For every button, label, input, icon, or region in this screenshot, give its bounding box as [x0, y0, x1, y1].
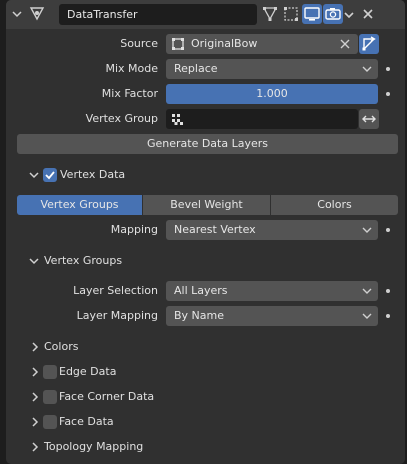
vertex-groups-subpanel-title[interactable]: Vertex Groups — [44, 251, 122, 271]
vertex-triangle-icon — [262, 7, 278, 21]
double-arrow-icon — [362, 115, 376, 123]
mix-factor-value: 1.000 — [256, 87, 288, 100]
topology-mapping-subpanel-title[interactable]: Topology Mapping — [44, 437, 143, 457]
chevron-right-icon[interactable] — [30, 342, 40, 352]
modifier-menu-chevron-icon[interactable] — [343, 9, 355, 21]
source-object-value: OriginalBow — [191, 37, 258, 50]
render-display-button[interactable] — [323, 4, 343, 24]
tab-bevel-weight[interactable]: Bevel Weight — [143, 195, 270, 215]
chevron-down-icon — [362, 227, 372, 233]
colors-subpanel-title[interactable]: Colors — [44, 337, 78, 357]
tab-vertex-groups[interactable]: Vertex Groups — [17, 195, 142, 215]
modifier-name-text: DataTransfer — [67, 8, 138, 21]
chevron-down-icon — [362, 313, 372, 319]
mix-mode-label: Mix Mode — [105, 62, 158, 75]
modifier-panel: DataTransfer Source OriginalBow Mix Mode… — [6, 0, 405, 464]
animate-property-dot[interactable] — [386, 92, 390, 96]
layer-selection-dropdown[interactable]: All Layers — [166, 281, 378, 301]
layer-selection-value: All Layers — [174, 284, 228, 297]
edit-mode-icon — [284, 7, 298, 21]
layer-selection-label: Layer Selection — [73, 284, 158, 297]
face-corner-data-label: Face Corner Data — [59, 390, 155, 403]
mix-factor-label: Mix Factor — [101, 87, 158, 100]
animate-property-dot[interactable] — [386, 67, 390, 71]
mapping-dropdown[interactable]: Nearest Vertex — [166, 220, 378, 240]
layer-mapping-dropdown[interactable]: By Name — [166, 306, 378, 326]
mesh-object-icon — [172, 38, 184, 50]
chevron-right-icon[interactable] — [30, 417, 40, 427]
clear-source-icon[interactable] — [340, 39, 350, 49]
chevron-right-icon[interactable] — [30, 442, 40, 452]
modifier-name-field[interactable]: DataTransfer — [59, 4, 257, 25]
vertex-data-expand-icon[interactable] — [29, 170, 39, 180]
chevron-right-icon[interactable] — [30, 392, 40, 402]
collapse-chevron-icon[interactable] — [12, 9, 22, 19]
face-data-checkbox[interactable] — [43, 415, 57, 429]
chevron-down-icon — [362, 288, 372, 294]
edit-mode-button[interactable] — [281, 4, 301, 24]
edit-mode-cage-button[interactable] — [260, 4, 280, 24]
checkmark-icon — [45, 171, 55, 180]
source-object-field[interactable]: OriginalBow — [166, 34, 358, 54]
vertex-data-checkbox[interactable] — [43, 168, 57, 182]
layer-mapping-label: Layer Mapping — [76, 309, 158, 322]
object-transform-toggle[interactable] — [359, 34, 379, 54]
mapping-label: Mapping — [110, 223, 158, 236]
face-corner-data-checkbox[interactable] — [43, 390, 57, 404]
source-label: Source — [120, 37, 158, 50]
mix-mode-dropdown[interactable]: Replace — [166, 59, 378, 79]
invert-vertex-group-toggle[interactable] — [359, 109, 379, 129]
chevron-down-icon — [362, 66, 372, 72]
mapping-value: Nearest Vertex — [174, 223, 256, 236]
animate-property-dot[interactable] — [386, 314, 390, 318]
data-transfer-modifier-icon — [29, 7, 45, 21]
animate-property-dot[interactable] — [386, 228, 390, 232]
mix-factor-slider[interactable]: 1.000 — [166, 84, 378, 104]
animate-property-dot[interactable] — [386, 289, 390, 293]
face-data-label: Face Data — [59, 415, 114, 428]
layer-mapping-value: By Name — [174, 309, 225, 322]
tab-colors[interactable]: Colors — [271, 195, 398, 215]
close-icon[interactable] — [362, 8, 374, 20]
vertex-group-label: Vertex Group — [85, 112, 158, 125]
monitor-icon — [304, 7, 320, 21]
vertex-group-field[interactable] — [166, 109, 358, 129]
mix-mode-value: Replace — [174, 62, 218, 75]
vertex-group-icon — [172, 114, 183, 125]
vertex-data-label: Vertex Data — [60, 168, 126, 181]
generate-data-layers-button[interactable]: Generate Data Layers — [17, 134, 398, 154]
chevron-right-icon[interactable] — [30, 367, 40, 377]
camera-icon — [325, 8, 341, 20]
vertex-groups-expand-icon[interactable] — [29, 256, 39, 266]
modifier-header: DataTransfer — [6, 0, 405, 29]
edge-data-label: Edge Data — [59, 365, 117, 378]
edge-data-checkbox[interactable] — [43, 365, 57, 379]
viewport-display-button[interactable] — [302, 4, 322, 24]
transform-axes-icon — [362, 36, 376, 51]
